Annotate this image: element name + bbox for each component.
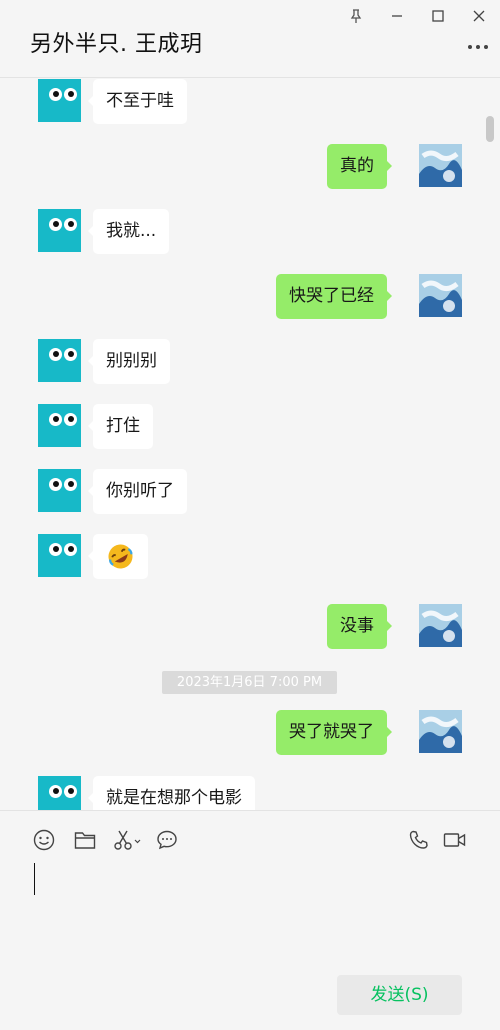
rolling-on-floor-laughing-emoji <box>108 544 133 569</box>
message-row: 别别别 <box>0 339 480 385</box>
contact-avatar[interactable] <box>38 469 81 512</box>
incoming-message[interactable]: 我就... <box>87 209 170 254</box>
message-row: 快哭了已经 <box>0 274 480 320</box>
incoming-message[interactable]: 不至于哇 <box>88 79 187 124</box>
pin-icon[interactable] <box>343 4 369 28</box>
maximize-icon[interactable] <box>425 4 451 28</box>
message-row <box>0 534 480 580</box>
my-avatar[interactable] <box>419 710 462 753</box>
chat-scrollbar[interactable] <box>486 116 494 142</box>
outgoing-message[interactable]: 没事 <box>327 604 392 649</box>
emoji-icon[interactable] <box>31 827 57 853</box>
incoming-message[interactable]: 就是在想那个电影 <box>88 776 255 810</box>
incoming-message[interactable]: 打住 <box>88 404 153 449</box>
chat-title: 另外半只. 王成玥 <box>30 32 203 57</box>
composer: 发送(S) <box>0 810 500 1030</box>
message-row: 哭了就哭了 <box>0 710 480 756</box>
close-icon[interactable] <box>466 4 492 28</box>
message-timestamp: 2023年1月6日 7:00 PM <box>162 671 337 694</box>
contact-avatar[interactable] <box>38 209 81 252</box>
more-icon[interactable] <box>466 38 490 56</box>
video-icon[interactable] <box>442 827 468 853</box>
message-row: 你别听了 <box>0 469 480 515</box>
message-row: 打住 <box>0 404 480 450</box>
contact-avatar[interactable] <box>38 79 81 122</box>
minimize-icon[interactable] <box>384 4 410 28</box>
message-row: 不至于哇 <box>0 79 480 125</box>
incoming-emoji-message[interactable] <box>88 534 148 579</box>
scissors-icon[interactable] <box>112 827 142 853</box>
my-avatar[interactable] <box>419 274 462 317</box>
contact-avatar[interactable] <box>38 404 81 447</box>
message-list[interactable]: 不至于哇 真的 我就... 快哭了已经 别别别 打住 你别听了 没事 2023年… <box>0 79 500 810</box>
contact-avatar[interactable] <box>38 776 81 810</box>
folder-icon[interactable] <box>72 827 98 853</box>
contact-avatar[interactable] <box>38 534 81 577</box>
send-button[interactable]: 发送(S) <box>337 975 462 1015</box>
chat-window: 另外半只. 王成玥 不至于哇 真的 我就... 快哭了已经 别别别 打住 你别听… <box>0 0 500 1030</box>
phone-icon[interactable] <box>406 827 432 853</box>
chat-bubble-icon[interactable] <box>154 827 180 853</box>
message-row: 真的 <box>0 144 480 190</box>
outgoing-message[interactable]: 快哭了已经 <box>276 274 392 319</box>
outgoing-message[interactable]: 真的 <box>327 144 392 189</box>
my-avatar[interactable] <box>419 144 462 187</box>
contact-avatar[interactable] <box>38 339 81 382</box>
incoming-message[interactable]: 别别别 <box>88 339 170 384</box>
message-row: 我就... <box>0 209 480 255</box>
message-row: 就是在想那个电影 <box>0 776 480 810</box>
my-avatar[interactable] <box>419 604 462 647</box>
title-bar: 另外半只. 王成玥 <box>0 0 500 78</box>
incoming-message[interactable]: 你别听了 <box>88 469 187 514</box>
message-input[interactable] <box>0 861 500 961</box>
outgoing-message[interactable]: 哭了就哭了 <box>276 710 392 755</box>
message-row: 没事 <box>0 604 480 650</box>
